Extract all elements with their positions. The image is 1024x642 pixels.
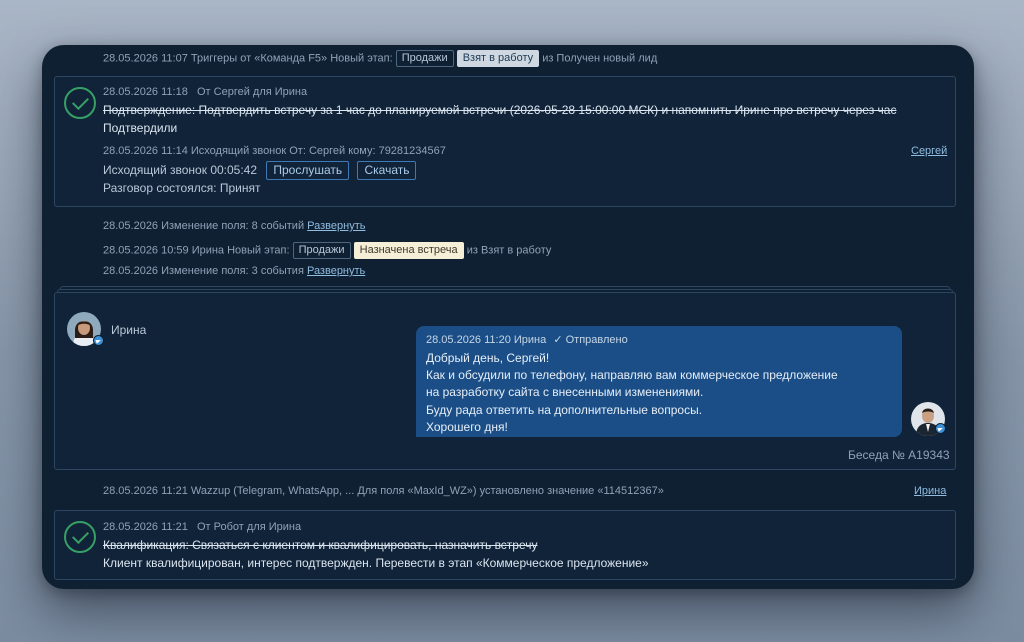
call-controls: Исходящий звонок 00:05:42 Прослушать Ска…: [103, 161, 417, 180]
call-owner-link[interactable]: Сергей: [911, 145, 947, 157]
sent-check-icon: ✓: [553, 334, 563, 346]
task-datetime: 28.05.2026 11:18: [103, 86, 188, 98]
message-line: Буду рада ответить на дополнительные воп…: [426, 402, 703, 417]
call-status: Разговор состоялся: Принят: [103, 181, 261, 195]
trigger-datetime: 28.05.2026 11:07: [103, 52, 188, 65]
task-result: Клиент квалифицирован, интерес подтвержд…: [103, 556, 649, 570]
trigger-text: Триггеры от «Команда F5» Новый этап:: [190, 52, 393, 65]
completed-check-icon: [64, 521, 96, 553]
stage-badge: Назначена встреча: [353, 242, 464, 259]
message-line: Добрый день, Сергей!: [426, 351, 550, 365]
wazzup-owner-link[interactable]: Ирина: [914, 485, 946, 497]
task-title: Подтверждение: Подтвердить встречу за 1 …: [103, 103, 897, 117]
task-author: От Сергей для Ирина: [197, 86, 308, 98]
task-meta: 28.05.2026 11:21 От Робот для Ирина: [103, 521, 301, 533]
telegram-icon: [93, 335, 104, 346]
task-title: Квалификация: Связаться с клиентом и ква…: [103, 538, 538, 552]
message-meta: 28.05.2026 11:20 Ирина ✓ Отправлено: [426, 333, 628, 346]
task-card-confirmation: 28.05.2026 11:18 От Сергей для Ирина Под…: [54, 76, 956, 207]
download-button[interactable]: Скачать: [357, 161, 417, 180]
task-result: Подтвердили: [103, 121, 178, 135]
expand-link[interactable]: Развернуть: [307, 265, 365, 277]
task-datetime: 28.05.2026 11:21: [103, 521, 188, 533]
stage-change-row: 28.05.2026 10:59 Ирина Новый этап: Прода…: [103, 242, 551, 259]
field-change-text: 28.05.2026 Изменение поля: 8 событий: [103, 220, 305, 232]
message-line: Хорошего дня!: [426, 419, 508, 434]
stage-badge: Взят в работу: [456, 50, 540, 67]
listen-button[interactable]: Прослушать: [266, 161, 350, 180]
expand-link[interactable]: Развернуть: [307, 220, 365, 232]
message-line: на разработку сайта с внесенными изменен…: [426, 385, 704, 400]
field-change-row-1: 28.05.2026 Изменение поля: 8 событий Раз…: [103, 220, 365, 232]
field-change-row-2: 28.05.2026 Изменение поля: 3 события Раз…: [103, 265, 365, 277]
task-author: От Робот для Ирина: [197, 521, 302, 533]
trigger-from-stage: из Получен новый лид: [542, 52, 658, 65]
stage-change-from: из Взят в работу: [466, 244, 552, 257]
completed-check-icon: [64, 87, 96, 119]
trigger-stage-row: 28.05.2026 11:07 Триггеры от «Команда F5…: [103, 50, 657, 67]
call-meta: 28.05.2026 11:14 Исходящий звонок От: Се…: [103, 145, 446, 157]
field-change-text: 28.05.2026 Изменение поля: 3 события: [103, 265, 304, 277]
conversation-number: Беседа № A19343: [848, 448, 950, 462]
message-body: Добрый день, Сергей! Как и обсудили по т…: [426, 350, 838, 436]
lead-timeline-window: 28.05.2026 11:07 Триггеры от «Команда F5…: [42, 45, 974, 589]
chat-card: Ирина 28.05.2026 11:20 Ирина ✓ Отправлен…: [54, 292, 956, 470]
stage-change-text: 28.05.2026 10:59 Ирина Новый этап:: [103, 244, 290, 257]
call-duration: Исходящий звонок 00:05:42: [103, 163, 258, 177]
message-status: Отправлено: [565, 334, 628, 346]
telegram-icon: [935, 423, 946, 434]
message-datetime-author: 28.05.2026 11:20 Ирина: [426, 334, 547, 346]
message-line: Как и обсудили по телефону, направляю ва…: [426, 368, 838, 383]
contact-name: Ирина: [111, 323, 147, 337]
wazzup-field-row: 28.05.2026 11:21 Wazzup (Telegram, Whats…: [103, 485, 664, 497]
outgoing-message-bubble: 28.05.2026 11:20 Ирина ✓ Отправлено Добр…: [416, 326, 902, 437]
task-card-qualification: 28.05.2026 11:21 От Робот для Ирина Квал…: [54, 510, 956, 580]
pipeline-badge: Продажи: [292, 242, 351, 259]
pipeline-badge: Продажи: [395, 50, 454, 67]
task-meta: 28.05.2026 11:18 От Сергей для Ирина: [103, 86, 307, 98]
